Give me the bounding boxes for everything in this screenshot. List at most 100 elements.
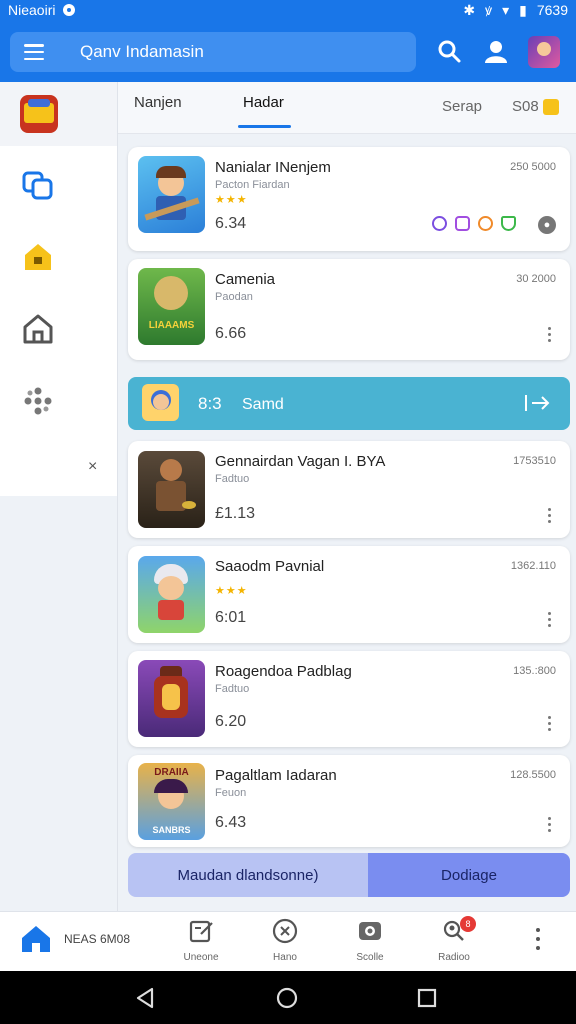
nav-scolle-label: Scolle — [356, 952, 384, 963]
avatar[interactable] — [528, 36, 560, 68]
platform-icon — [478, 216, 493, 231]
compass-icon — [272, 918, 298, 944]
vibrate-icon: ꝟ — [485, 1, 493, 18]
download-count: 250 5000 — [510, 161, 556, 173]
house-outline-icon[interactable] — [21, 312, 55, 346]
sidebar-empty-area — [0, 496, 117, 912]
home-icon[interactable] — [21, 240, 55, 274]
menu-icon[interactable] — [24, 44, 44, 60]
nav-scolle[interactable]: Scolle — [340, 918, 400, 963]
status-bar: Nieaoiri ✱ ꝟ ▾ ▮ 7639 — [0, 0, 576, 20]
nav-home-label: NEAS 6M08 — [64, 932, 131, 946]
back-icon[interactable] — [134, 986, 156, 1010]
more-options-icon[interactable] — [548, 327, 552, 343]
recents-icon[interactable] — [416, 987, 438, 1009]
platform-icon — [501, 216, 516, 231]
close-icon[interactable]: × — [88, 458, 97, 476]
bluetooth-icon: ✱ — [463, 1, 476, 18]
game-card[interactable]: DRAIIA SANBRS Pagaltlam Iadaran Feuon 6.… — [128, 755, 570, 847]
game-title: Saaodm Pavnial — [215, 558, 325, 575]
clock: 7639 — [536, 2, 568, 18]
tab-nanjen[interactable]: Nanjen — [134, 94, 182, 111]
download-count: 128.5500 — [510, 769, 556, 781]
game-publisher: Feuon — [215, 787, 247, 799]
dismiss-icon[interactable]: ● — [538, 216, 556, 234]
game-thumbnail — [138, 660, 205, 737]
game-thumbnail — [138, 556, 205, 633]
thumbnail-text: DRAIIA — [154, 767, 189, 778]
game-card[interactable]: Gennairdan Vagan I. BYA Fadtuo £1.13 175… — [128, 441, 570, 538]
game-thumbnail — [20, 95, 58, 133]
system-navigation-bar — [0, 971, 576, 1024]
game-card[interactable]: Roagendoa Padblag Fadtuo 6.20 135.:800 — [128, 651, 570, 747]
notification-badge: 8 — [460, 916, 476, 932]
promo-banner[interactable]: 8:3 Samd — [128, 377, 570, 430]
nav-uneone-label: Uneone — [183, 952, 219, 963]
download-count: 1753510 — [513, 455, 556, 467]
edit-icon — [189, 920, 213, 943]
nav-radioo[interactable]: 8 Radioo — [424, 916, 484, 963]
banner-code: 8:3 — [198, 394, 222, 413]
game-title: Nanialar INenjem — [215, 159, 331, 176]
more-options-icon[interactable] — [548, 817, 552, 833]
game-card[interactable]: LIAAAMS Camenia Paodan 6.66 30 2000 — [128, 259, 570, 360]
nav-hano-label: Hano — [273, 952, 297, 963]
battery-icon: ▮ — [519, 1, 527, 18]
arrow-right-icon[interactable] — [524, 393, 552, 413]
tab-s08-label: S08 — [512, 98, 539, 115]
game-price: 6.66 — [215, 325, 247, 342]
more-options-icon[interactable] — [548, 508, 552, 524]
game-price: £1.13 — [215, 505, 256, 522]
notification-icon — [63, 4, 76, 16]
tab-hadar[interactable]: Hadar — [243, 94, 284, 111]
app-bar: Qanv Indamasin — [0, 20, 576, 82]
game-title: Roagendoa Padblag — [215, 663, 352, 680]
banner-label: Samd — [242, 396, 284, 413]
game-card[interactable]: Saaodm Pavnial ★★★ 6:01 1362.110 — [128, 546, 570, 643]
active-tab-indicator — [238, 125, 291, 128]
tab-serap[interactable]: Serap — [442, 98, 482, 115]
game-publisher: Paodan — [215, 291, 253, 303]
media-icon — [359, 922, 381, 940]
download-count: 135.:800 — [513, 665, 556, 677]
more-options-icon[interactable] — [548, 612, 552, 628]
sidebar-divider — [117, 82, 118, 912]
search-bar[interactable]: Qanv Indamasin — [10, 32, 416, 72]
game-publisher: Pacton Fiardan — [215, 179, 290, 191]
tab-s08[interactable]: S08 — [512, 98, 559, 116]
game-thumbnail — [138, 156, 205, 233]
home-icon — [22, 926, 50, 952]
home-button-icon[interactable] — [275, 986, 299, 1010]
more-options-icon[interactable] — [536, 928, 540, 954]
secondary-action-button[interactable]: Maudan dlandsonne) — [128, 853, 368, 897]
game-publisher: Fadtuo — [215, 473, 250, 485]
apps-icon[interactable] — [21, 384, 55, 418]
search-text: Qanv Indamasin — [80, 42, 204, 61]
thumbnail-text: LIAAAMS — [148, 320, 195, 331]
banner-thumbnail — [142, 384, 179, 421]
primary-action-button[interactable]: Dodiage — [368, 853, 570, 897]
action-bar: Maudan dlandsonne) Dodiage — [128, 853, 570, 897]
platform-icons — [432, 216, 516, 231]
sidebar-game-item[interactable] — [0, 82, 117, 146]
thumbnail-text: SANBRS — [152, 825, 191, 835]
download-count: 30 2000 — [516, 273, 556, 285]
platform-icon — [455, 216, 470, 231]
copy-icon[interactable] — [21, 168, 55, 202]
game-card[interactable]: Nanialar INenjem Pacton Fiardan ★★★ 6.34… — [128, 147, 570, 251]
wifi-icon: ▾ — [502, 1, 510, 18]
game-thumbnail: DRAIIA SANBRS — [138, 763, 205, 840]
account-icon[interactable] — [483, 38, 509, 64]
bottom-navigation: NEAS 6M08 Uneone Hano Scolle 8 Radioo — [0, 911, 576, 971]
game-price: 6.20 — [215, 713, 247, 730]
nav-hano[interactable]: Hano — [255, 918, 315, 963]
game-thumbnail: LIAAAMS — [138, 268, 205, 345]
game-price: 6:01 — [215, 609, 247, 626]
game-price: 6.43 — [215, 814, 247, 831]
nav-home[interactable]: NEAS 6M08 — [20, 924, 130, 954]
platform-icon — [432, 216, 447, 231]
search-icon[interactable] — [436, 38, 462, 64]
nav-uneone[interactable]: Uneone — [171, 918, 231, 963]
more-options-icon[interactable] — [548, 716, 552, 732]
rating-stars: ★★★ — [215, 194, 248, 206]
